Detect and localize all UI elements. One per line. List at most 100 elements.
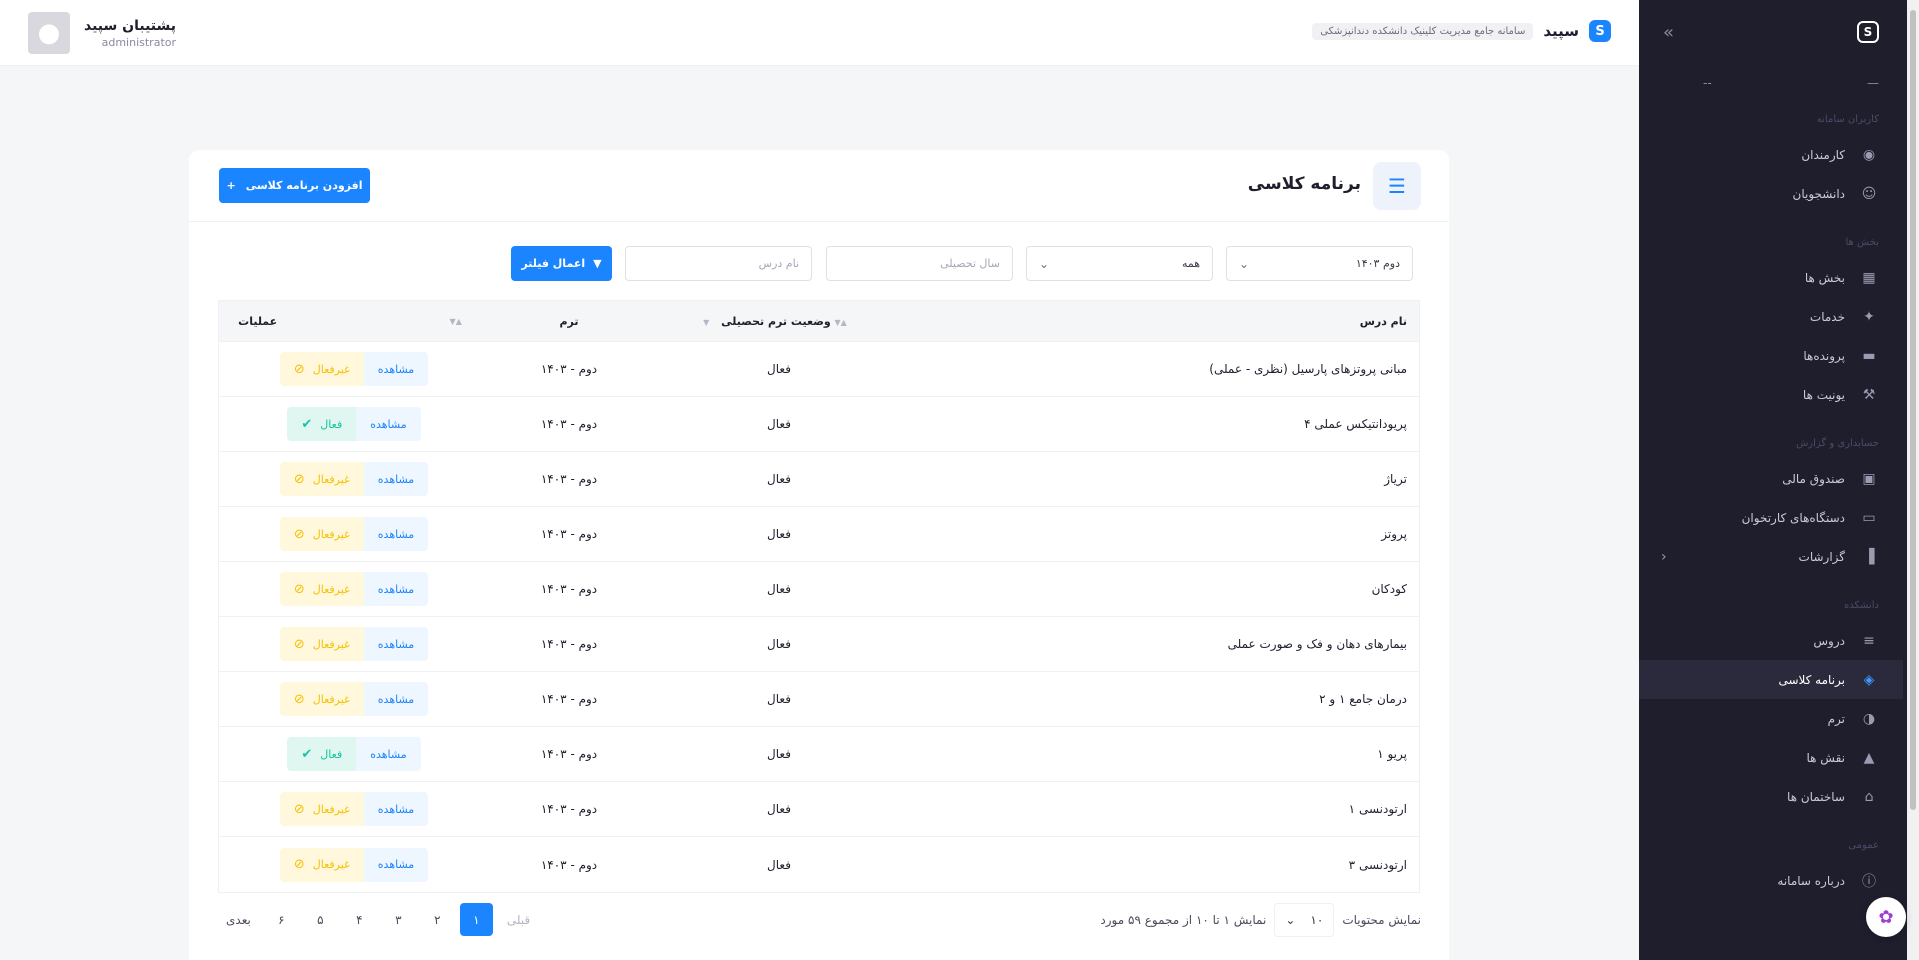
toggle-state-button[interactable]: غیرفعال ⊘ <box>279 847 364 882</box>
sidebar-logo-icon[interactable]: S <box>1857 21 1879 43</box>
toggle-state-button[interactable]: فعال ✔ <box>287 737 357 771</box>
operations-cell: مشاهده غیرفعال ⊘ <box>219 572 489 606</box>
add-class-schedule-button[interactable]: افزودن برنامه کلاسی + <box>219 168 370 203</box>
avatar[interactable]: ● <box>28 12 70 54</box>
sidebar-item[interactable]: ◑ ترم <box>1639 699 1903 738</box>
view-button[interactable]: مشاهده <box>363 682 429 716</box>
sidebar-item[interactable]: ▣ صندوق مالی <box>1639 459 1903 498</box>
table-row: پریودانتیکس عملی ۴ فعال دوم - ۱۴۰۳ مشاهده فع… <box>219 397 1419 452</box>
page-number-button[interactable]: ۲ <box>421 903 454 936</box>
page-number-button[interactable]: ۴ <box>343 903 376 936</box>
course-name-cell: ارتودنسی ۳ <box>1348 857 1407 872</box>
toggle-state-button[interactable]: غیرفعال ⊘ <box>279 792 364 826</box>
page-number-button[interactable]: ۳ <box>382 903 415 936</box>
collapse-sidebar-icon[interactable]: » <box>1663 22 1674 43</box>
sidebar-item[interactable]: ▲ نقش ها <box>1639 738 1903 777</box>
term-status-cell: فعال <box>767 637 791 651</box>
sidebar-item[interactable]: ▐ گزارشات ‹ <box>1639 537 1903 576</box>
academic-year-field[interactable] <box>826 246 1013 281</box>
status-select[interactable]: همه ⌄ <box>1026 246 1213 281</box>
help-chat-icon[interactable]: ✿ <box>1866 897 1906 937</box>
column-header-status[interactable]: ▲▼ وضعیت ترم تحصیلی ▼ <box>649 315 909 328</box>
sidebar-item[interactable]: ☺ دانشجویان <box>1639 174 1903 213</box>
toggle-state-button[interactable]: غیرفعال ⊘ <box>279 462 364 496</box>
term-status-cell: فعال <box>767 747 791 761</box>
term-cell: دوم - ۱۴۰۳ <box>540 472 598 486</box>
page-size-select[interactable]: ۱۰ ⌄ <box>1274 903 1335 937</box>
toggle-state-button[interactable]: فعال ✔ <box>287 407 357 441</box>
toggle-state-button[interactable]: غیرفعال ⊘ <box>279 627 364 661</box>
page-number-button[interactable]: ۶ <box>265 903 298 936</box>
state-label: غیرفعال <box>312 637 350 651</box>
sidebar-item-label: برنامه کلاسی <box>1778 672 1845 687</box>
sidebar-item[interactable]: ⌂ ساختمان ها <box>1639 777 1903 816</box>
term-cell: دوم - ۱۴۰۳ <box>540 527 598 541</box>
sidebar-item[interactable]: ⓘ درباره سامانه <box>1639 861 1903 900</box>
view-button[interactable]: مشاهده <box>363 352 429 386</box>
prev-page-button[interactable]: قبلی <box>499 903 538 936</box>
operations-cell: مشاهده فعال ✔ <box>219 407 489 441</box>
toggle-state-button[interactable]: غیرفعال ⊘ <box>279 517 364 551</box>
page-size-value: ۱۰ <box>1310 913 1324 927</box>
course-name-input[interactable] <box>638 257 799 270</box>
chevron-down-icon: ⌄ <box>1039 256 1050 271</box>
course-name-cell: مبانی پروتزهای پارسیل (نظری - عملی) <box>1209 362 1407 376</box>
view-button[interactable]: مشاهده <box>356 737 421 771</box>
term-select[interactable]: دوم ۱۴۰۳ ⌄ <box>1226 246 1413 281</box>
card-header: ☰ برنامه کلاسی افزودن برنامه کلاسی + <box>189 150 1449 222</box>
main-card: ☰ برنامه کلاسی افزودن برنامه کلاسی + دوم… <box>189 150 1449 960</box>
brand[interactable]: S سپید سامانه جامع مدیریت کلینیک دانشکده… <box>1312 20 1611 42</box>
view-button[interactable]: مشاهده <box>363 792 429 826</box>
chevron-down-icon: ⌄ <box>1285 913 1296 927</box>
scrollbar-thumb[interactable] <box>1910 10 1916 810</box>
view-button[interactable]: مشاهده <box>363 627 429 661</box>
sidebar-item[interactable]: ▬ پرونده‌ها <box>1639 336 1903 375</box>
sidebar-item-label: گزارشات <box>1798 549 1845 564</box>
services-icon: ✦ <box>1863 308 1875 325</box>
toggle-icon: ◑ <box>1862 710 1876 727</box>
chevron-down-icon: ⌄ <box>1239 256 1250 271</box>
view-button[interactable]: مشاهده <box>363 462 429 496</box>
user-menu[interactable]: ● پشتیبان سپید administrator <box>28 12 176 54</box>
term-status-cell: فعال <box>767 362 791 376</box>
view-button[interactable]: مشاهده <box>363 847 429 882</box>
sidebar-section-title: دانشکده <box>1844 600 1879 611</box>
table-row: مبانی پروتزهای پارسیل (نظری - عملی) فعال د… <box>219 342 1419 397</box>
view-button[interactable]: مشاهده <box>363 517 429 551</box>
page-number-button[interactable]: ۵ <box>304 903 337 936</box>
view-button[interactable]: مشاهده <box>356 407 421 441</box>
sidebar-item[interactable]: ≡ دروس <box>1639 621 1903 660</box>
apply-filter-button[interactable]: ▼ اعمال فیلتر <box>511 246 612 281</box>
sidebar-item-label: بخش ها <box>1804 270 1845 285</box>
term-status-cell: فعال <box>767 857 791 872</box>
sidebar-item[interactable]: ▭ دستگاه‌های کارتخوان <box>1639 498 1903 537</box>
header-term-label: ترم <box>559 314 579 328</box>
sidebar-item-label: پرونده‌ها <box>1803 348 1845 363</box>
sidebar-item[interactable]: ⚒ یونیت ها <box>1639 375 1903 414</box>
sort-icon: ▲▼ <box>449 316 462 326</box>
course-name-field[interactable] <box>625 246 812 281</box>
state-label: غیرفعال <box>312 692 350 706</box>
page-scrollbar[interactable] <box>1907 0 1919 960</box>
sidebar-item[interactable]: ◉ کارمندان <box>1639 135 1903 174</box>
state-label: غیرفعال <box>312 362 350 376</box>
operations-cell: مشاهده غیرفعال ⊘ <box>219 627 489 661</box>
toggle-state-button[interactable]: غیرفعال ⊘ <box>279 352 364 386</box>
sidebar-item[interactable]: ▦ بخش ها <box>1639 258 1903 297</box>
sidebar-item[interactable]: ✦ خدمات <box>1639 297 1903 336</box>
toggle-state-button[interactable]: غیرفعال ⊘ <box>279 682 364 716</box>
table-row: پریو ۱ فعال دوم - ۱۴۰۳ مشاهده فعال ✔ <box>219 727 1419 782</box>
academic-year-input[interactable] <box>839 257 1000 270</box>
page-list: ۱۲۳۴۵۶ <box>265 903 493 936</box>
page-number-button[interactable]: ۱ <box>459 903 493 936</box>
ban-icon: ⊘ <box>293 581 305 597</box>
sidebar-dashboard[interactable]: — -- <box>1639 64 1903 90</box>
view-button[interactable]: مشاهده <box>363 572 429 606</box>
next-page-button[interactable]: بعدی <box>218 903 259 936</box>
column-header-name[interactable]: نام درس <box>909 315 1419 328</box>
column-header-term[interactable]: ترم <box>489 315 649 328</box>
toggle-state-button[interactable]: غیرفعال ⊘ <box>279 572 364 606</box>
term-cell: دوم - ۱۴۰۳ <box>540 582 598 596</box>
sidebar-item[interactable]: ◈ برنامه کلاسی <box>1639 660 1903 699</box>
term-cell: دوم - ۱۴۰۳ <box>540 362 598 376</box>
